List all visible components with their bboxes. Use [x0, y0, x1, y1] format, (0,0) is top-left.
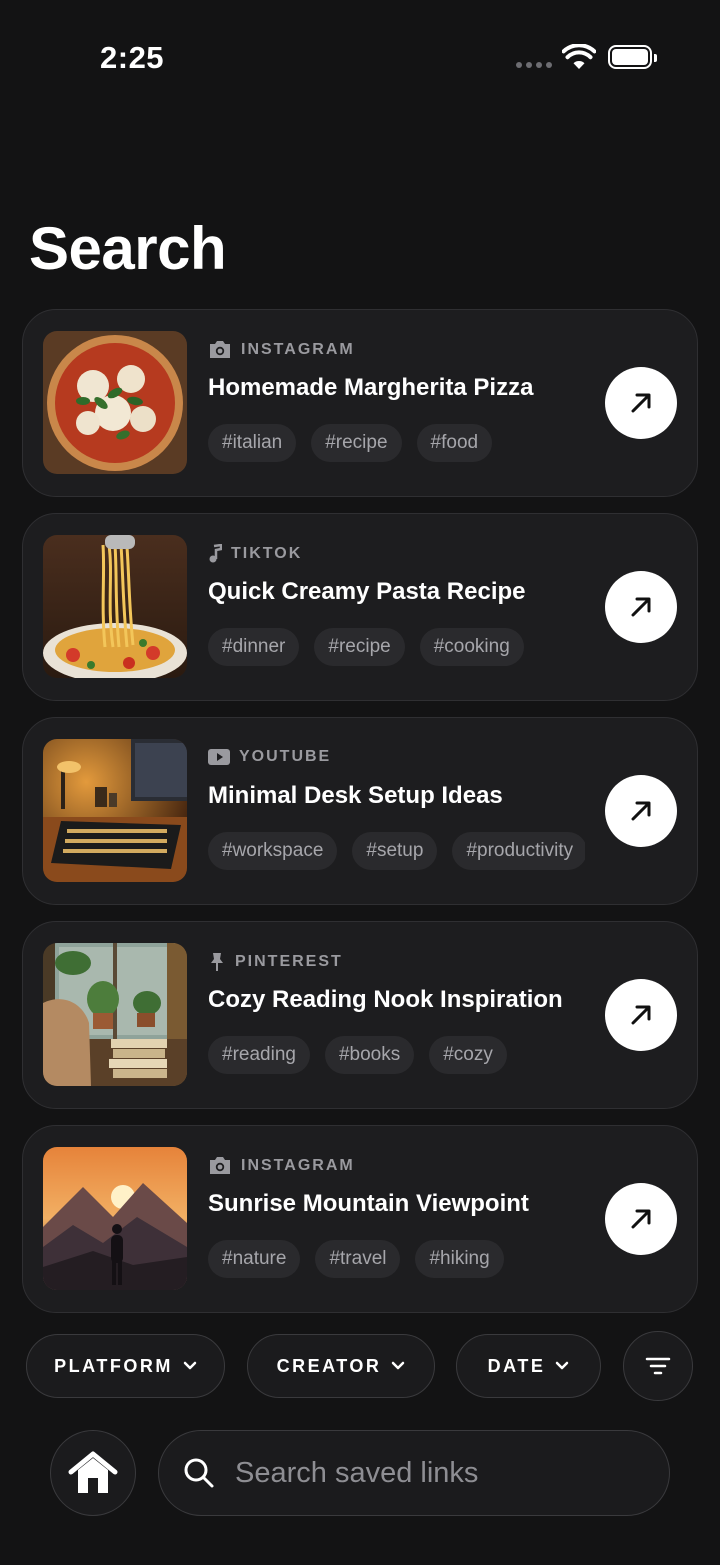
arrow-up-right-icon: [631, 597, 651, 617]
pasta-thumbnail: [43, 535, 187, 678]
tag-list: #reading #books #cozy: [208, 1036, 585, 1074]
tag-chip[interactable]: #productivity: [452, 832, 585, 870]
platform-label: TIKTOK: [208, 544, 302, 563]
result-title[interactable]: Cozy Reading Nook Inspiration: [208, 986, 563, 1014]
search-icon: [184, 1458, 214, 1488]
open-link-button[interactable]: [605, 367, 677, 439]
result-title[interactable]: Sunrise Mountain Viewpoint: [208, 1190, 529, 1218]
platform-name: PINTEREST: [235, 953, 343, 970]
tag-list: #workspace #setup #productivity: [208, 832, 585, 870]
platform-filter-button[interactable]: PLATFORM: [26, 1334, 225, 1398]
result-title[interactable]: Homemade Margherita Pizza: [208, 374, 533, 402]
open-link-button[interactable]: [605, 571, 677, 643]
status-time: 2:25: [100, 40, 165, 75]
platform-label: PINTEREST: [208, 952, 343, 972]
platform-name: YOUTUBE: [239, 748, 332, 765]
result-card[interactable]: TIKTOK Quick Creamy Pasta Recipe #dinner…: [22, 513, 698, 701]
filter-label: PLATFORM: [54, 1355, 173, 1376]
music-note-icon: [209, 544, 222, 563]
tag-chip[interactable]: #hiking: [415, 1240, 504, 1278]
tag-list: #italian #recipe #food: [208, 424, 585, 462]
creator-filter-button[interactable]: CREATOR: [247, 1334, 435, 1398]
tag-chip[interactable]: #italian: [208, 424, 297, 462]
result-title[interactable]: Minimal Desk Setup Ideas: [208, 782, 503, 810]
camera-icon: [210, 1157, 230, 1174]
tag-chip[interactable]: #food: [416, 424, 493, 462]
date-filter-button[interactable]: DATE: [456, 1334, 601, 1398]
open-link-button[interactable]: [605, 979, 677, 1051]
platform-name: INSTAGRAM: [241, 1156, 355, 1174]
result-title[interactable]: Quick Creamy Pasta Recipe: [208, 578, 526, 606]
pizza-thumbnail: [43, 331, 187, 474]
result-card[interactable]: PINTEREST Cozy Reading Nook Inspiration …: [22, 921, 698, 1109]
tag-chip[interactable]: #dinner: [208, 628, 300, 666]
home-icon: [68, 1451, 118, 1493]
tag-chip[interactable]: #setup: [352, 832, 438, 870]
filter-bar: PLATFORM CREATOR DATE: [26, 1331, 696, 1401]
tag-chip[interactable]: #recipe: [311, 424, 402, 462]
tag-list: #dinner #recipe #cooking: [208, 628, 585, 666]
platform-label: YOUTUBE: [208, 748, 331, 766]
chevron-down-icon: [556, 1361, 569, 1370]
tag-chip[interactable]: #reading: [208, 1036, 310, 1074]
filter-label: CREATOR: [276, 1355, 382, 1376]
arrow-up-right-icon: [631, 801, 651, 821]
tag-list: #nature #travel #hiking: [208, 1240, 585, 1278]
search-bar[interactable]: [158, 1430, 670, 1516]
page-title: Search: [29, 215, 227, 282]
desk-setup-thumbnail: [43, 739, 187, 882]
tag-chip[interactable]: #books: [324, 1036, 415, 1074]
wifi-icon: [562, 44, 596, 69]
cellular-signal-icon: [516, 62, 552, 68]
result-card[interactable]: INSTAGRAM Homemade Margherita Pizza #ita…: [22, 309, 698, 497]
arrow-up-right-icon: [631, 1005, 651, 1025]
tag-chip[interactable]: #nature: [208, 1240, 301, 1278]
arrow-up-right-icon: [631, 393, 651, 413]
chevron-down-icon: [183, 1361, 197, 1370]
platform-label: INSTAGRAM: [208, 340, 355, 359]
filter-label: DATE: [487, 1355, 546, 1376]
open-link-button[interactable]: [605, 775, 677, 847]
search-input[interactable]: [233, 1455, 637, 1491]
mountain-thumbnail: [43, 1147, 187, 1290]
result-card[interactable]: YOUTUBE Minimal Desk Setup Ideas #worksp…: [22, 717, 698, 905]
camera-icon: [210, 341, 230, 358]
filter-lines-icon: [645, 1357, 671, 1375]
play-icon: [208, 749, 230, 765]
arrow-up-right-icon: [631, 1209, 651, 1229]
tag-chip[interactable]: #recipe: [314, 628, 405, 666]
pin-icon: [211, 953, 223, 971]
platform-label: INSTAGRAM: [208, 1156, 355, 1175]
status-bar: 2:25: [0, 0, 720, 110]
tag-chip[interactable]: #workspace: [208, 832, 338, 870]
home-button[interactable]: [50, 1430, 136, 1516]
sort-menu-button[interactable]: [623, 1331, 693, 1401]
tag-chip[interactable]: #cooking: [419, 628, 524, 666]
tag-chip[interactable]: #travel: [315, 1240, 401, 1278]
open-link-button[interactable]: [605, 1183, 677, 1255]
battery-icon: [608, 45, 657, 69]
platform-name: TIKTOK: [231, 544, 303, 562]
result-card[interactable]: INSTAGRAM Sunrise Mountain Viewpoint #na…: [22, 1125, 698, 1313]
reading-nook-thumbnail: [43, 943, 187, 1086]
platform-name: INSTAGRAM: [241, 340, 355, 358]
chevron-down-icon: [392, 1361, 405, 1370]
tag-chip[interactable]: #cozy: [429, 1036, 507, 1074]
